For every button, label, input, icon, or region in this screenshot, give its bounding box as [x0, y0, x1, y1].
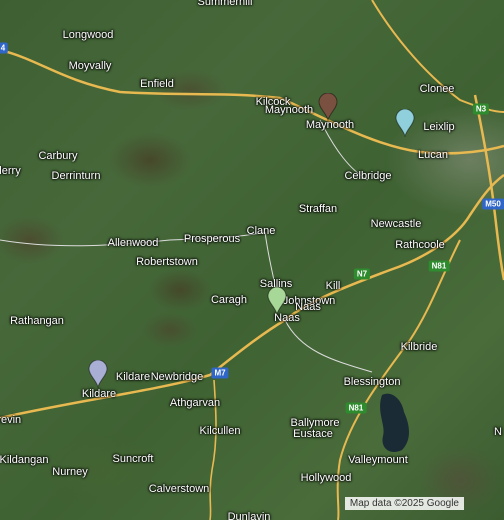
road-shield: 4 [0, 42, 9, 54]
place-label: Caragh [210, 294, 248, 306]
place-label: Maynooth [264, 104, 314, 116]
place-label: Hollywood [300, 472, 352, 484]
place-label: Straffan [298, 203, 338, 215]
road-shield: N7 [353, 268, 371, 280]
place-label: Kildare [81, 388, 117, 400]
place-label: Enfield [140, 78, 174, 90]
place-label: Clane [246, 225, 276, 237]
place-label: Allenwood [107, 237, 159, 249]
place-label: Robertstown [136, 256, 198, 268]
place-label: Derrinturn [51, 170, 101, 182]
place-label: Suncroft [112, 453, 154, 465]
place-label: Celbridge [344, 170, 392, 182]
place-label: Prosperous [183, 233, 241, 245]
place-label: Lucan [418, 149, 448, 161]
place-label: Dunlavin [227, 511, 271, 520]
place-label: Leixlip [423, 121, 455, 133]
place-label: Carbury [38, 150, 78, 162]
map-attribution[interactable]: Map data ©2025 Google [344, 497, 464, 510]
place-label: Kill [325, 280, 341, 292]
road-shield: M50 [482, 198, 504, 210]
place-label: Blessington [343, 376, 401, 388]
place-label: Rathangan [10, 315, 64, 327]
place-label: Newbridge [150, 371, 204, 383]
map-canvas[interactable]: Summerhill Longwood Moyvally Enfield Kilcock… [0, 0, 504, 520]
road-m7 [0, 173, 504, 420]
road-shield: N3 [472, 103, 490, 115]
place-label: Kilcullen [199, 425, 241, 437]
reservoir [380, 393, 409, 453]
place-label: Longwood [62, 29, 114, 41]
place-label: Kildare [115, 371, 151, 383]
place-label: Moyvally [68, 60, 112, 72]
place-label: irevin [0, 414, 22, 426]
place-label: lerry [0, 165, 21, 177]
place-label: Kilbride [400, 341, 438, 353]
road-minor-1 [284, 319, 373, 373]
marker-maynooth-pin-icon[interactable] [318, 93, 338, 121]
place-label: Athgarvan [169, 397, 221, 409]
marker-leixlip-pin-icon[interactable] [395, 109, 415, 137]
place-label: Nurney [52, 466, 88, 478]
place-label: Rathcoole [395, 239, 445, 251]
place-label: Clonee [419, 83, 455, 95]
road-n3 [371, 0, 504, 113]
road-shield: N81 [345, 402, 367, 414]
place-label: Eustace [293, 428, 333, 440]
place-label: Summerhill [197, 0, 253, 8]
road-shield: M7 [211, 367, 229, 379]
place-label: Valleymount [348, 454, 408, 466]
marker-naas-pin-icon[interactable] [267, 287, 287, 315]
place-label: Newcastle [370, 218, 422, 230]
edge-letter: N [494, 426, 502, 438]
place-label: Kildangan [0, 454, 49, 466]
road-shield: N81 [428, 260, 450, 272]
marker-kildare-pin-icon[interactable] [88, 360, 108, 388]
place-label: Calverstown [148, 483, 210, 495]
